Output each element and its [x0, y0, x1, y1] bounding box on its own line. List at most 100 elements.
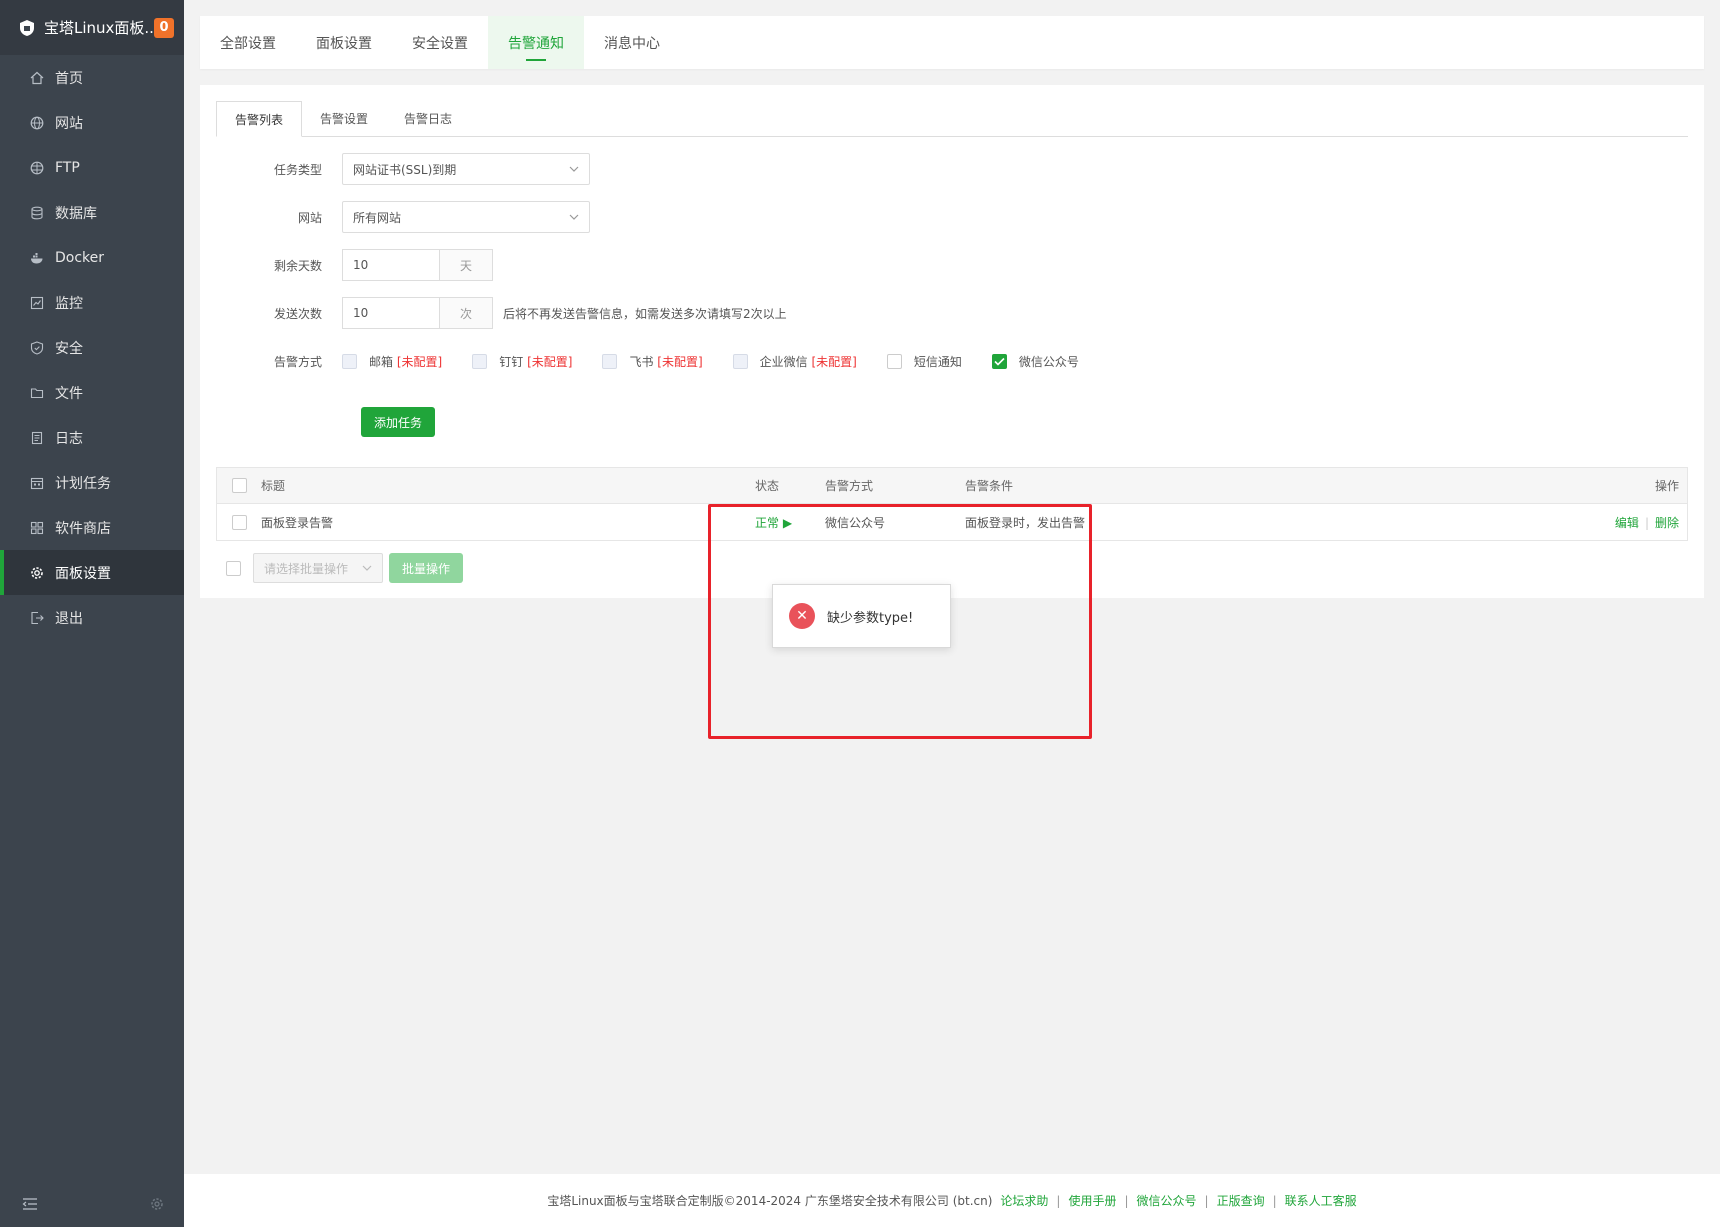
- sidebar-item-security[interactable]: 安全: [0, 325, 184, 370]
- count-input-group: 10 次: [342, 297, 493, 329]
- header-op: 操作: [1654, 479, 1679, 493]
- header-method: 告警方式: [825, 479, 874, 493]
- sidebar-item-label: 网站: [55, 115, 83, 132]
- task-type-label: 任务类型: [273, 162, 322, 177]
- sidebar-item-files[interactable]: 文件: [0, 370, 184, 415]
- method-wechat-mp[interactable]: 微信公众号: [991, 353, 1079, 370]
- row-checkbox[interactable]: [231, 514, 247, 530]
- gear-icon: [30, 566, 44, 580]
- sidebar-item-panel-settings[interactable]: 面板设置: [0, 550, 184, 595]
- database-icon: [30, 206, 44, 220]
- footer-separator: |: [1204, 1193, 1209, 1208]
- footer-separator: |: [1124, 1193, 1129, 1208]
- sidebar: 宝塔Linux面板... 0 首页 网站 FTP 数据库 Docker 监控 安…: [0, 0, 184, 1227]
- sidebar-item-home[interactable]: 首页: [0, 55, 184, 100]
- sidebar-item-logs[interactable]: 日志: [0, 415, 184, 460]
- sidebar-item-label: 计划任务: [55, 475, 111, 492]
- edit-link[interactable]: 编辑: [1615, 516, 1639, 530]
- batch-select[interactable]: 请选择批量操作: [253, 553, 383, 583]
- sidebar-item-cron[interactable]: 计划任务: [0, 460, 184, 505]
- sidebar-item-label: 首页: [55, 70, 83, 87]
- footer-separator: |: [1272, 1193, 1277, 1208]
- subtab-alert-list[interactable]: 告警列表: [216, 101, 303, 137]
- method-note: [未配置]: [657, 354, 703, 369]
- app-grid-icon: [30, 521, 44, 535]
- dingtalk-checkbox[interactable]: [472, 353, 488, 369]
- footer-link-wechat[interactable]: 微信公众号: [1137, 1192, 1197, 1209]
- count-input[interactable]: 10: [342, 297, 439, 329]
- subtab-alert-settings[interactable]: 告警设置: [302, 101, 386, 136]
- collapse-menu-icon[interactable]: [22, 1197, 38, 1215]
- wechat-mp-checkbox[interactable]: [991, 353, 1007, 369]
- sidebar-item-store[interactable]: 软件商店: [0, 505, 184, 550]
- sidebar-item-label: 数据库: [55, 205, 97, 222]
- tab-panel-settings[interactable]: 面板设置: [296, 16, 392, 69]
- tab-message-center[interactable]: 消息中心: [584, 16, 680, 69]
- docker-whale-icon: [30, 251, 44, 265]
- method-feishu[interactable]: 飞书 [未配置]: [602, 353, 703, 370]
- footer-link-support[interactable]: 联系人工客服: [1285, 1192, 1357, 1209]
- method-name: 钉钉: [499, 354, 524, 369]
- select-all-checkbox[interactable]: [231, 478, 247, 493]
- task-type-row: 任务类型 网站证书(SSL)到期: [216, 153, 590, 185]
- settings-gear-icon[interactable]: [150, 1197, 164, 1215]
- batch-button[interactable]: 批量操作: [389, 553, 463, 583]
- tab-alert-notification[interactable]: 告警通知: [488, 16, 584, 69]
- chevron-down-icon: [569, 212, 579, 223]
- sidebar-item-label: Docker: [55, 249, 105, 266]
- sidebar-item-label: 面板设置: [55, 565, 111, 582]
- batch-bar: 请选择批量操作 批量操作: [226, 553, 463, 583]
- method-note: [未配置]: [527, 354, 573, 369]
- email-checkbox[interactable]: [342, 353, 357, 369]
- method-note: [未配置]: [396, 354, 443, 369]
- sidebar-item-monitor[interactable]: 监控: [0, 280, 184, 325]
- brand-title: 宝塔Linux面板...: [44, 19, 154, 37]
- sidebar-item-website[interactable]: 网站: [0, 100, 184, 145]
- feishu-checkbox[interactable]: [602, 353, 618, 369]
- method-email[interactable]: 邮箱 [未配置]: [342, 353, 442, 370]
- method-dingtalk[interactable]: 钉钉 [未配置]: [472, 353, 572, 370]
- tab-all-settings[interactable]: 全部设置: [200, 16, 296, 69]
- footer-link-forum[interactable]: 论坛求助: [1000, 1192, 1048, 1209]
- sidebar-item-label: 安全: [55, 340, 83, 357]
- site-select[interactable]: 所有网站: [342, 201, 590, 233]
- site-value: 所有网站: [353, 210, 402, 225]
- home-icon: [30, 71, 44, 85]
- sidebar-item-docker[interactable]: Docker: [0, 235, 184, 280]
- method-row: 告警方式 邮箱 [未配置] 钉钉 [未配置] 飞书 [未配置] 企业微信 [未配…: [216, 345, 1109, 377]
- method-name: 邮箱: [369, 354, 394, 369]
- monitor-chart-icon: [30, 296, 44, 310]
- subtab-alert-logs[interactable]: 告警日志: [386, 101, 470, 136]
- days-input[interactable]: 10: [342, 249, 439, 281]
- method-label: 告警方式: [273, 354, 322, 369]
- count-row: 发送次数 10 次 后将不再发送告警信息，如需发送多次请填写2次以上: [216, 297, 787, 329]
- method-wecom[interactable]: 企业微信 [未配置]: [732, 353, 857, 370]
- site-row: 网站 所有网站: [216, 201, 590, 233]
- ftp-globe-icon: [30, 161, 44, 175]
- logout-icon: [30, 611, 44, 625]
- sidebar-item-label: 日志: [55, 430, 83, 447]
- sidebar-item-label: 文件: [55, 385, 83, 402]
- add-task-button[interactable]: 添加任务: [361, 407, 435, 437]
- method-name: 企业微信: [759, 354, 808, 369]
- method-name: 短信通知: [913, 354, 962, 369]
- method-sms[interactable]: 短信通知: [886, 353, 962, 370]
- tab-security-settings[interactable]: 安全设置: [392, 16, 488, 69]
- brand: 宝塔Linux面板... 0: [0, 0, 184, 55]
- sidebar-item-logout[interactable]: 退出: [0, 595, 184, 640]
- sidebar-item-ftp[interactable]: FTP: [0, 145, 184, 190]
- header-condition: 告警条件: [965, 479, 1014, 493]
- sidebar-item-label: 退出: [55, 610, 83, 627]
- footer-link-manual[interactable]: 使用手册: [1068, 1192, 1116, 1209]
- task-type-select[interactable]: 网站证书(SSL)到期: [342, 153, 590, 185]
- sms-checkbox[interactable]: [886, 353, 902, 369]
- notification-badge[interactable]: 0: [154, 17, 174, 38]
- footer-link-license[interactable]: 正版查询: [1217, 1192, 1265, 1209]
- sidebar-nav: 首页 网站 FTP 数据库 Docker 监控 安全 文件 日志 计划任务 软件…: [0, 55, 184, 640]
- wecom-checkbox[interactable]: [732, 353, 748, 369]
- batch-checkbox[interactable]: [226, 560, 241, 576]
- delete-link[interactable]: 删除: [1655, 516, 1679, 530]
- row-title: 面板登录告警: [261, 515, 334, 530]
- method-note: [未配置]: [811, 354, 857, 369]
- sidebar-item-database[interactable]: 数据库: [0, 190, 184, 235]
